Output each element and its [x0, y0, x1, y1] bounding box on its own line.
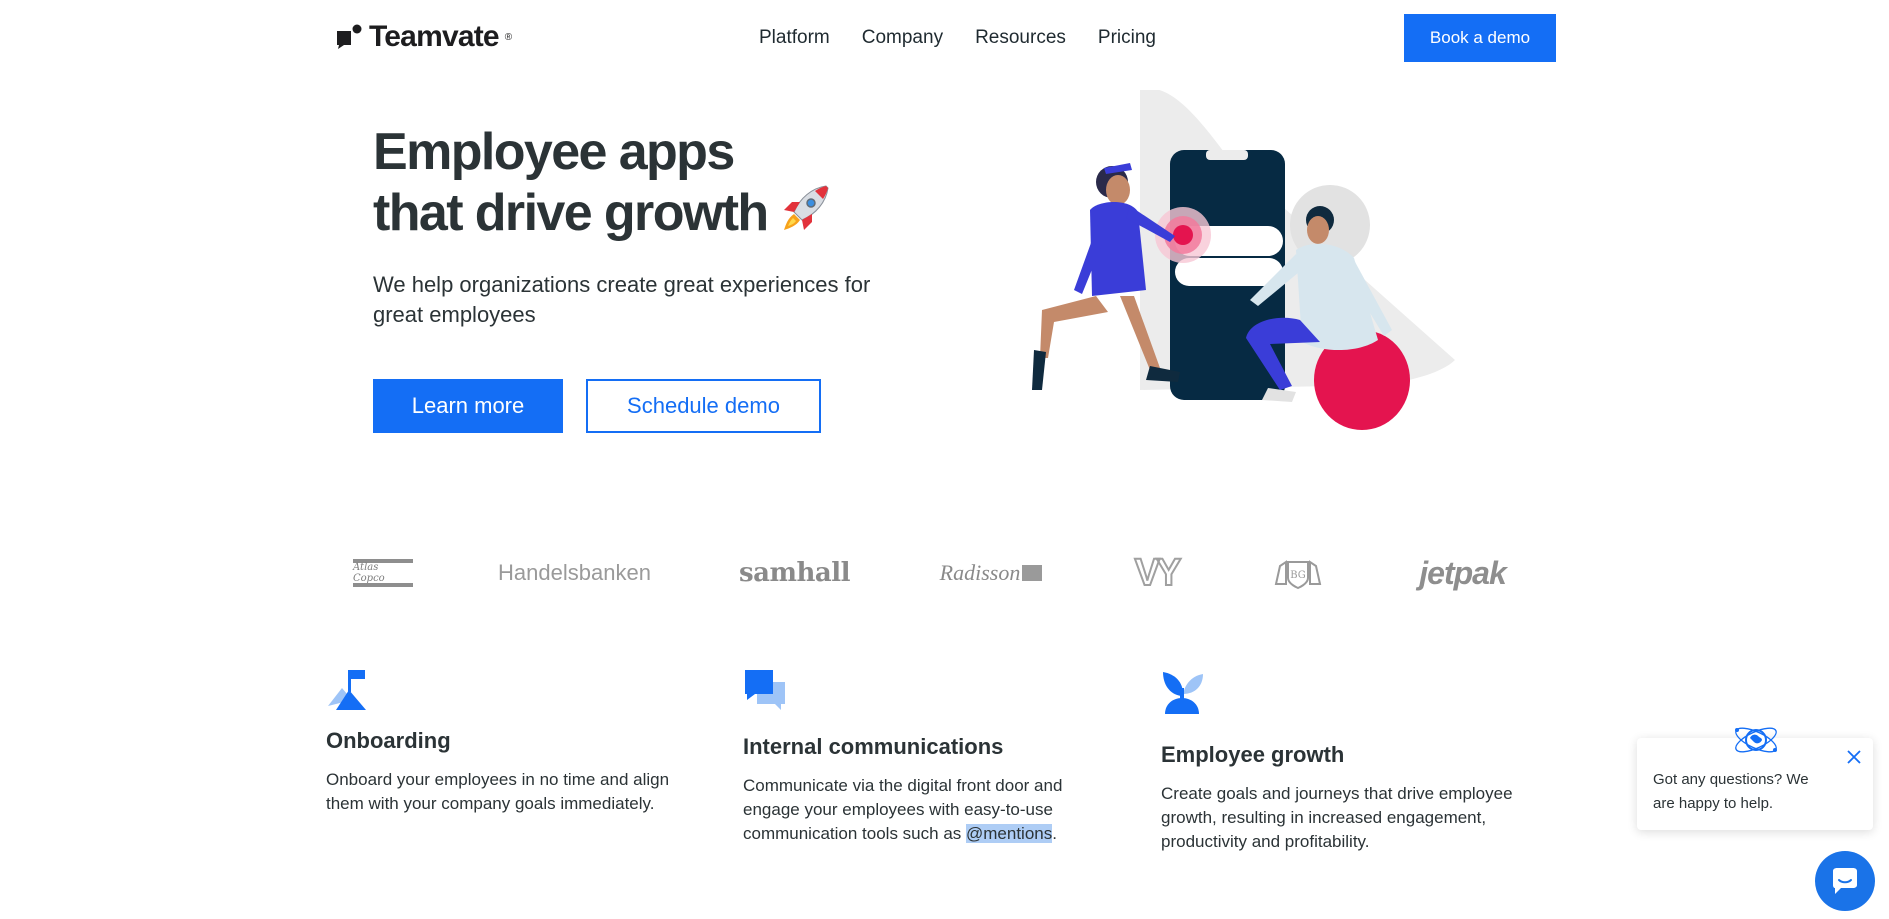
feature-body: Create goals and journeys that drive emp…: [1161, 784, 1513, 851]
client-logo-radisson: Radisson: [938, 548, 1044, 598]
schedule-demo-button[interactable]: Schedule demo: [586, 379, 821, 433]
hero-title: Employee apps that drive growth: [373, 124, 834, 241]
nav-item-company[interactable]: Company: [862, 27, 943, 49]
book-demo-button[interactable]: Book a demo: [1404, 14, 1556, 62]
main-nav: Platform Company Resources Pricing: [759, 27, 1156, 49]
people-with-phone-illustration: [1032, 90, 1455, 430]
feature-onboarding: Onboarding Onboard your employees in no …: [326, 668, 706, 816]
feature-body: Communicate via the digital front door a…: [743, 776, 1063, 843]
nav-item-platform[interactable]: Platform: [759, 27, 830, 49]
client-logo-handelsbanken: Handelsbanken: [498, 560, 651, 585]
crest-logo: BG: [1268, 548, 1328, 598]
svg-text:BG: BG: [1290, 570, 1306, 581]
brand-name: Teamvate: [369, 20, 500, 53]
client-logo-jetpak: jetpak: [1419, 554, 1506, 591]
chat-greeting-text: Got any questions? We are happy to help.: [1653, 771, 1809, 812]
hero-title-line1: Employee apps: [373, 123, 735, 181]
crest-logo-icon: BG: [1274, 560, 1322, 590]
feature-internal-communications: Internal communications Communicate via …: [743, 668, 1108, 846]
client-logos: Atlas Copco Handelsbanken samhall Radiss…: [0, 548, 1889, 598]
feature-employee-growth: Employee growth Create goals and journey…: [1161, 668, 1551, 854]
feature-title: Employee growth: [1161, 742, 1345, 767]
brand-logo[interactable]: Teamvate ®: [335, 20, 512, 54]
brand-registered-mark: ®: [504, 31, 513, 43]
hero-title-line2: that drive growth: [373, 184, 769, 242]
nav-item-resources[interactable]: Resources: [975, 27, 1066, 49]
learn-more-button[interactable]: Learn more: [373, 379, 563, 433]
chat-launcher-button[interactable]: [1815, 851, 1875, 911]
client-logo-atlas-copco: Atlas Copco: [352, 548, 414, 598]
close-icon[interactable]: [1845, 748, 1863, 766]
nav-item-pricing[interactable]: Pricing: [1098, 27, 1156, 49]
flag-mountain-icon: [328, 670, 366, 710]
client-logo-samhall: samhall: [739, 558, 851, 588]
hero-subtitle: We help organizations create great exper…: [373, 272, 871, 327]
logo-mark-icon: [337, 24, 362, 49]
plant-sprout-icon: [1163, 672, 1203, 714]
feature-title: Onboarding: [326, 728, 451, 753]
rocket-icon: [783, 185, 829, 230]
feature-title: Internal communications: [743, 734, 1004, 759]
site-header: Teamvate ® Platform Company Resources Pri…: [0, 0, 1889, 76]
chat-bubbles-icon: [745, 670, 785, 710]
chat-icon: [1833, 868, 1857, 894]
client-logo-vy: VY: [1134, 551, 1183, 595]
mentions-highlight[interactable]: @mentions: [966, 824, 1053, 843]
atom-globe-icon: [1735, 727, 1777, 753]
feature-body: Onboard your employees in no time and al…: [326, 770, 670, 813]
